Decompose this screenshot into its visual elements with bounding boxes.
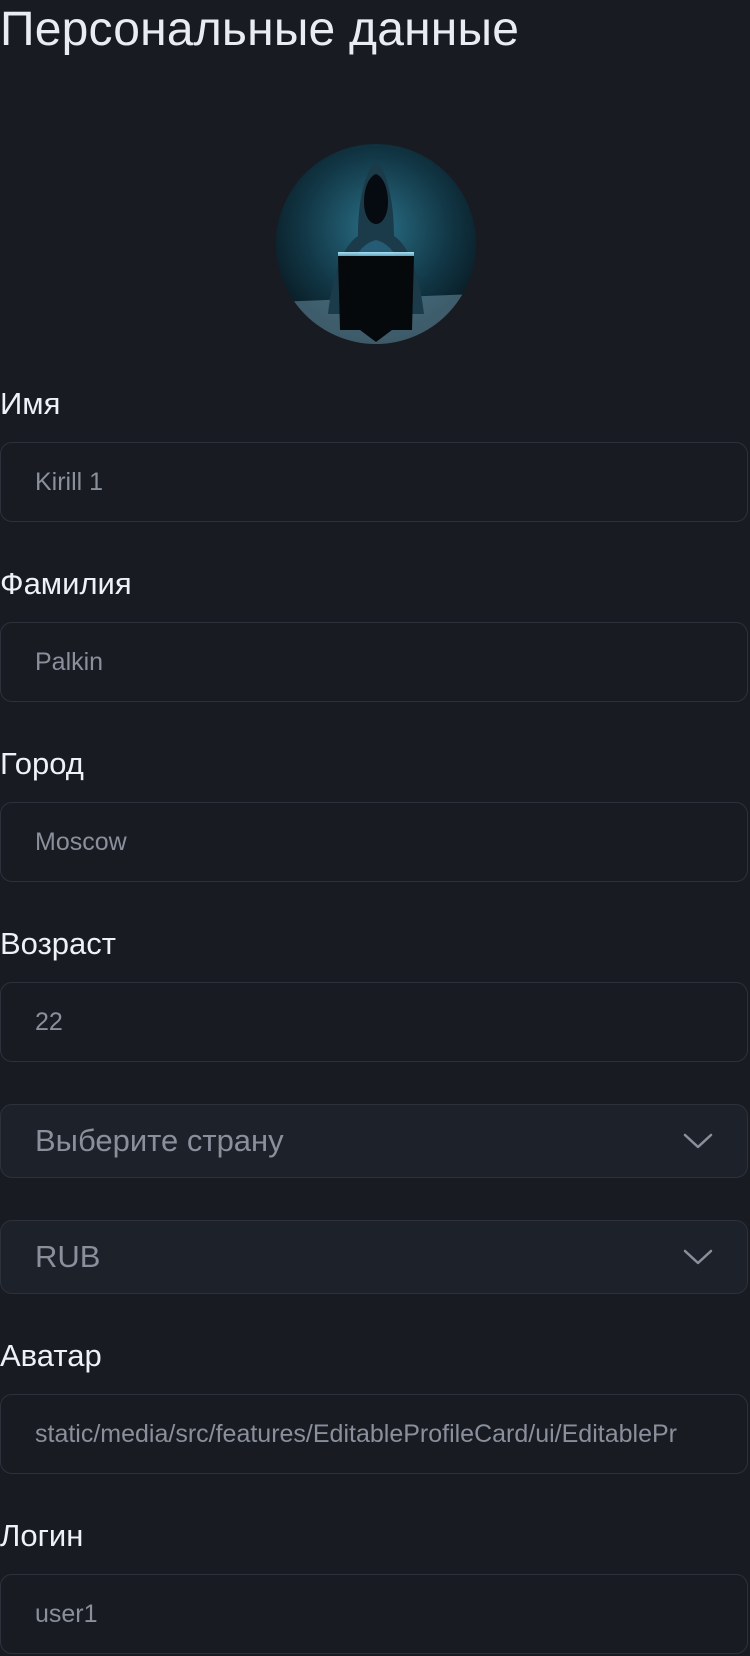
age-input[interactable] [35, 1007, 715, 1037]
country-select-placeholder: Выберите страну [35, 1123, 284, 1158]
login-field[interactable] [0, 1574, 748, 1654]
city-field[interactable] [0, 802, 748, 882]
age-label: Возраст [0, 926, 116, 961]
first-name-label: Имя [0, 386, 61, 421]
country-select[interactable]: Выберите страну [0, 1104, 748, 1178]
page-title: Персональные данные [0, 3, 520, 56]
avatar-url-label: Аватар [0, 1338, 102, 1373]
chevron-down-icon [683, 1133, 713, 1149]
first-name-field[interactable] [0, 442, 748, 522]
hooded-hacker-avatar-icon [276, 144, 476, 344]
age-field[interactable] [0, 982, 748, 1062]
login-label: Логин [0, 1518, 84, 1553]
city-input[interactable] [35, 827, 715, 857]
first-name-input[interactable] [35, 467, 715, 497]
city-label: Город [0, 746, 84, 781]
profile-avatar [276, 144, 476, 344]
currency-select[interactable]: RUB [0, 1220, 748, 1294]
last-name-label: Фамилия [0, 566, 132, 601]
last-name-field[interactable] [0, 622, 748, 702]
login-input[interactable] [35, 1599, 715, 1629]
avatar-url-input[interactable] [35, 1419, 715, 1449]
avatar-url-field[interactable] [0, 1394, 748, 1474]
last-name-input[interactable] [35, 647, 715, 677]
currency-select-value: RUB [35, 1239, 101, 1274]
profile-page: Персональные данные Имя Kirill 1 Фамилия… [0, 0, 750, 1656]
chevron-down-icon [683, 1249, 713, 1265]
